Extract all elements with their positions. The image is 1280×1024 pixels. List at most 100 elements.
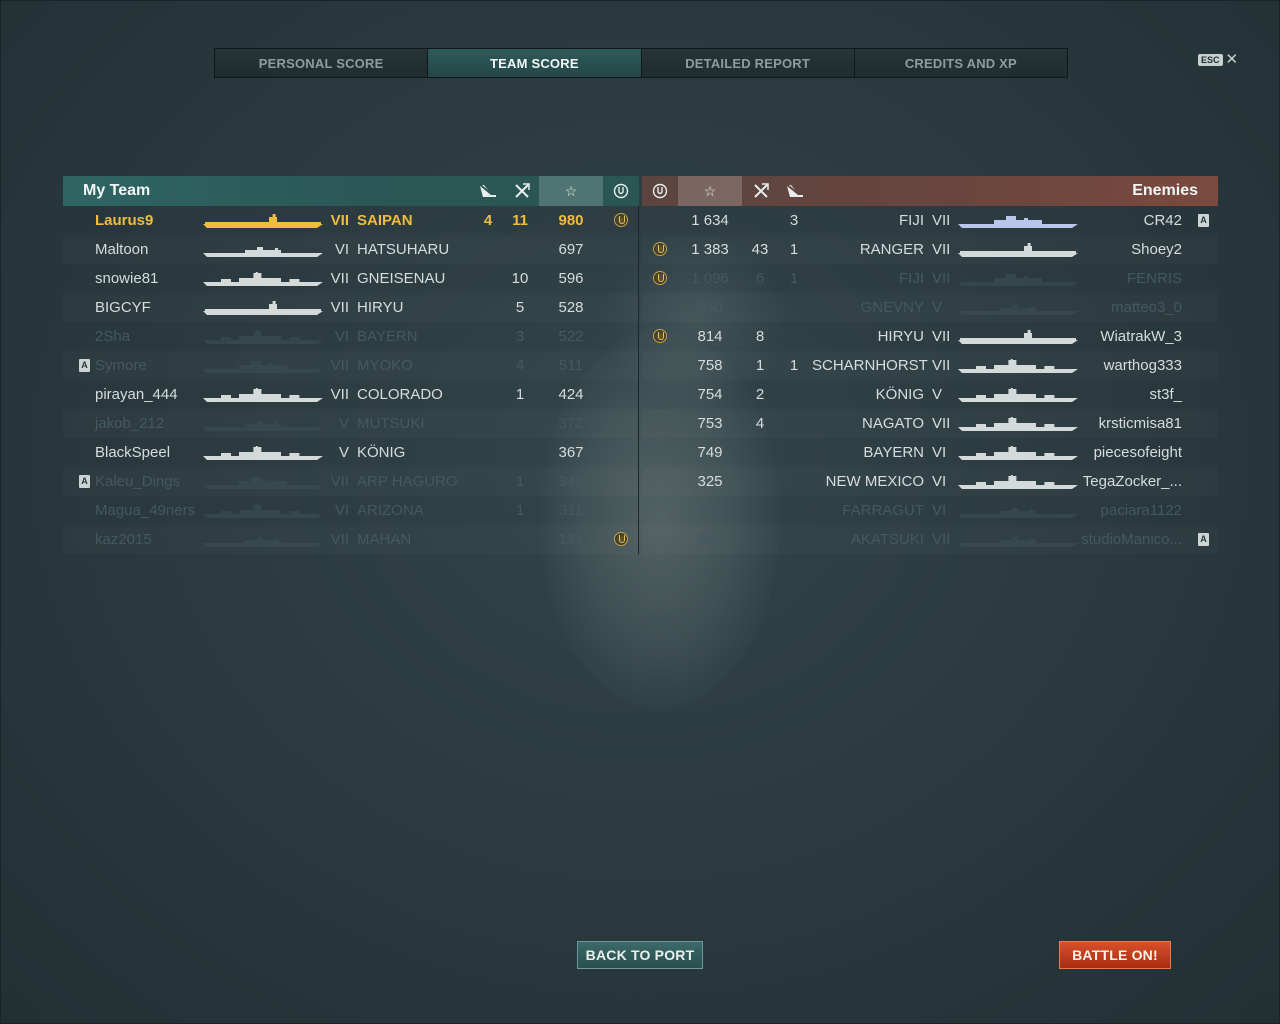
score-value: 1 383 bbox=[691, 241, 729, 258]
table-row[interactable]: 2Sha VI BAYERN 3 522 bbox=[63, 322, 638, 351]
planes-destroyed-value: 3 bbox=[789, 212, 799, 229]
score-value: 372 bbox=[558, 415, 584, 432]
player-name: WiatrakW_3 bbox=[1100, 328, 1182, 345]
score-value: 311 bbox=[559, 502, 583, 519]
table-row[interactable]: BlackSpeel V KÖNIG 367 bbox=[63, 438, 638, 467]
ship-name: COLORADO bbox=[357, 386, 443, 403]
planes-destroyed-value bbox=[782, 496, 806, 525]
table-row[interactable]: 758 1 1 SCHARNHORST VII warthog333 bbox=[642, 351, 1218, 380]
planes-destroyed-value bbox=[475, 409, 501, 438]
enemies-header: ☆ Enemies bbox=[642, 176, 1218, 206]
ship-tier: VI bbox=[932, 473, 947, 490]
battle-on-button[interactable]: BATTLE ON! bbox=[1059, 941, 1171, 969]
table-row[interactable]: 840 GNEVNY V matteo3_0 bbox=[642, 293, 1218, 322]
table-row[interactable]: 754 2 KÖNIG V st3f_ bbox=[642, 380, 1218, 409]
planes-destroyed-value bbox=[782, 467, 806, 496]
ship-silhouette-icon bbox=[203, 504, 323, 518]
ship-name: FIJI bbox=[899, 270, 924, 287]
medal-icon[interactable] bbox=[607, 176, 635, 206]
player-name: CR42 bbox=[1143, 212, 1182, 229]
ship-tier: VII bbox=[932, 328, 951, 345]
ship-silhouette-icon bbox=[203, 446, 323, 460]
table-row[interactable]: 814 8 HIRYU VII WiatrakW_3 bbox=[642, 322, 1218, 351]
planes-destroyed-value bbox=[475, 525, 501, 554]
player-name: Shoey2 bbox=[1131, 241, 1182, 258]
ships-destroyed-value bbox=[748, 293, 772, 322]
ship-tier: VI bbox=[932, 502, 947, 519]
ship-silhouette-icon bbox=[203, 533, 323, 547]
planes-destroyed-value: 4 bbox=[483, 212, 493, 229]
ships-destroyed-value: 1 bbox=[515, 502, 525, 519]
ship-name: KÖNIG bbox=[357, 444, 406, 461]
ship-name: FIJI bbox=[899, 212, 924, 229]
ship-tier: VI bbox=[334, 328, 349, 345]
player-name: jakob_212 bbox=[95, 415, 165, 432]
ships-destroyed-value: 10 bbox=[511, 270, 529, 287]
ships-destroyed-icon[interactable] bbox=[748, 176, 774, 206]
table-row[interactable]: 202 AKATSUKI VII studioManico... A bbox=[642, 525, 1218, 554]
score-value: 250 bbox=[697, 502, 723, 519]
ship-name: KÖNIG bbox=[875, 386, 924, 403]
ship-name: ARIZONA bbox=[357, 502, 424, 519]
player-name: TegaZocker_... bbox=[1082, 473, 1182, 490]
ship-tier: VI bbox=[334, 241, 349, 258]
table-row[interactable]: kaz2015 VII MAHAN 131 bbox=[63, 525, 638, 554]
table-row[interactable]: pirayan_444 VII COLORADO 1 424 bbox=[63, 380, 638, 409]
player-name: 2Sha bbox=[95, 328, 131, 345]
player-name: snowie81 bbox=[95, 270, 159, 287]
ship-tier: VII bbox=[932, 270, 951, 287]
ship-silhouette-icon bbox=[203, 330, 323, 344]
star-icon[interactable]: ☆ bbox=[678, 176, 742, 206]
ship-tier: VII bbox=[330, 357, 349, 374]
tab-team-score[interactable]: TEAM SCORE bbox=[428, 49, 642, 77]
tab-personal-score[interactable]: PERSONAL SCORE bbox=[215, 49, 429, 77]
score-value: 345 bbox=[558, 473, 584, 490]
ship-tier: VII bbox=[330, 531, 349, 548]
table-row[interactable]: 1 383 43 1 RANGER VII Shoey2 bbox=[642, 235, 1218, 264]
ships-destroyed-value: 3 bbox=[515, 328, 525, 345]
esc-close-button[interactable]: ESC ✕ bbox=[1198, 51, 1239, 68]
medal-icon[interactable] bbox=[646, 176, 674, 206]
player-name: st3f_ bbox=[1149, 386, 1182, 403]
table-row[interactable]: BIGCYF VII HIRYU 5 528 bbox=[63, 293, 638, 322]
planes-destroyed-value bbox=[475, 380, 501, 409]
table-row[interactable]: jakob_212 V MUTSUKI 372 bbox=[63, 409, 638, 438]
score-value: 596 bbox=[558, 270, 584, 287]
score-value: 697 bbox=[558, 241, 584, 258]
player-name: BlackSpeel bbox=[95, 444, 171, 461]
star-icon[interactable]: ☆ bbox=[539, 176, 603, 206]
back-to-port-button[interactable]: BACK TO PORT bbox=[577, 941, 703, 969]
planes-destroyed-icon[interactable] bbox=[782, 176, 808, 206]
table-row[interactable]: snowie81 VII GNEISENAU 10 596 bbox=[63, 264, 638, 293]
table-row[interactable]: 1 096 6 1 FIJI VII FENRIS bbox=[642, 264, 1218, 293]
player-status-badge: A bbox=[1198, 214, 1209, 227]
table-row[interactable]: A Symore VII MYOKO 4 511 bbox=[63, 351, 638, 380]
tab-detailed-report[interactable]: DETAILED REPORT bbox=[641, 49, 855, 77]
table-row[interactable]: Magua_49ners VI ARIZONA 1 311 bbox=[63, 496, 638, 525]
table-row[interactable]: 1 634 3 FIJI VII CR42 A bbox=[642, 206, 1218, 235]
ships-destroyed-icon[interactable] bbox=[509, 176, 535, 206]
score-value: 1 096 bbox=[691, 270, 729, 287]
ship-name: SAIPAN bbox=[357, 212, 413, 229]
score-value: 528 bbox=[558, 299, 584, 316]
table-row[interactable]: A Kaleu_Dings VII ARP HAGURO 1 345 bbox=[63, 467, 638, 496]
table-row[interactable]: Maltoon VI HATSUHARU 697 bbox=[63, 235, 638, 264]
table-row[interactable]: 753 4 NAGATO VII krsticmisa81 bbox=[642, 409, 1218, 438]
planes-destroyed-icon[interactable] bbox=[475, 176, 501, 206]
table-row[interactable]: 325 NEW MEXICO VI TegaZocker_... bbox=[642, 467, 1218, 496]
ship-name: AKATSUKI bbox=[850, 531, 924, 548]
ship-tier: VII bbox=[932, 531, 951, 548]
planes-destroyed-value bbox=[475, 235, 501, 264]
close-icon: ✕ bbox=[1225, 51, 1239, 68]
score-value: 814 bbox=[697, 328, 723, 345]
table-row[interactable]: Laurus9 VII SAIPAN 4 11 980 bbox=[63, 206, 638, 235]
score-value: 840 bbox=[697, 299, 723, 316]
planes-destroyed-value bbox=[475, 264, 501, 293]
ship-tier: VII bbox=[330, 270, 349, 287]
planes-destroyed-value bbox=[475, 293, 501, 322]
tab-credits-and-xp[interactable]: CREDITS AND XP bbox=[854, 49, 1067, 77]
ship-silhouette-icon bbox=[203, 272, 323, 286]
table-row[interactable]: 250 FARRAGUT VI paciara1122 bbox=[642, 496, 1218, 525]
planes-destroyed-value bbox=[782, 438, 806, 467]
table-row[interactable]: 749 BAYERN VI piecesofeight bbox=[642, 438, 1218, 467]
